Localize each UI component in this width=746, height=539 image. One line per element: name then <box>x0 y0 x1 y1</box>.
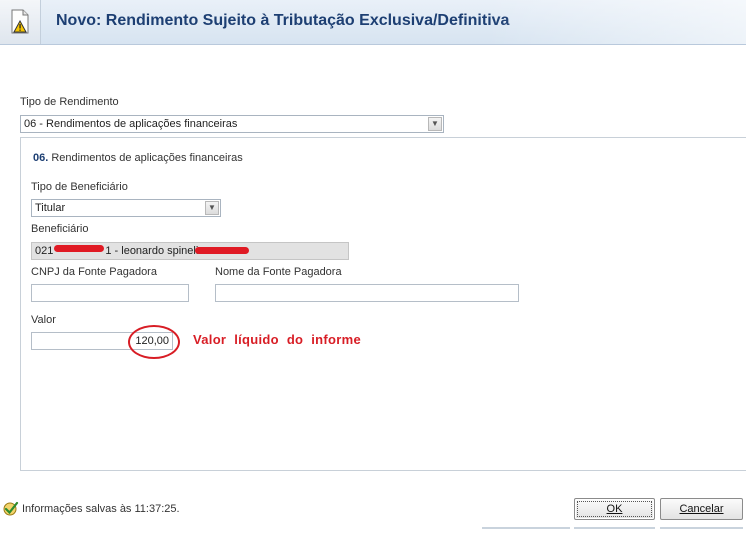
header-icon-box <box>0 0 41 44</box>
dialog-header: Novo: Rendimento Sujeito à Tributação Ex… <box>0 0 746 45</box>
cnpj-label: CNPJ da Fonte Pagadora <box>31 266 157 278</box>
tipo-rendimento-select[interactable]: 06 - Rendimentos de aplicações financeir… <box>20 115 444 133</box>
dialog-title: Novo: Rendimento Sujeito à Tributação Ex… <box>56 12 510 29</box>
save-check-icon <box>3 501 19 516</box>
annotation-text: Valor líquido do informe <box>193 332 361 347</box>
status-text: Informações salvas às 11:37:25. <box>22 503 180 515</box>
header-decoration <box>486 0 746 44</box>
cancel-button-label: Cancelar <box>679 503 724 515</box>
divider <box>574 527 655 529</box>
tipo-beneficiario-value: Titular <box>35 202 66 214</box>
valor-label: Valor <box>31 314 56 326</box>
divider <box>660 527 743 529</box>
cnpj-input[interactable] <box>31 284 189 302</box>
chevron-down-icon[interactable]: ▼ <box>428 117 442 131</box>
tipo-rendimento-label: Tipo de Rendimento <box>20 96 119 108</box>
ok-button-label: OK <box>606 503 623 515</box>
section-title: 06. Rendimentos de aplicações financeira… <box>33 152 243 164</box>
redaction-mark <box>54 245 104 252</box>
divider <box>482 527 570 529</box>
ok-button[interactable]: OK <box>574 498 655 520</box>
rendimento-panel: 06. Rendimentos de aplicações financeira… <box>20 137 746 471</box>
highlight-circle <box>128 325 180 359</box>
tipo-beneficiario-select[interactable]: Titular ▼ <box>31 199 221 217</box>
beneficiario-label: Beneficiário <box>31 223 89 235</box>
chevron-down-icon[interactable]: ▼ <box>205 201 219 215</box>
cancel-button[interactable]: Cancelar <box>660 498 743 520</box>
nome-fonte-input[interactable] <box>215 284 519 302</box>
beneficiario-prefix: 021 <box>35 245 54 257</box>
redaction-mark <box>195 247 249 254</box>
tipo-beneficiario-label: Tipo de Beneficiário <box>31 181 128 193</box>
section-number: 06. <box>33 152 49 164</box>
tipo-rendimento-value: 06 - Rendimentos de aplicações financeir… <box>24 118 238 130</box>
section-title-text: Rendimentos de aplicações financeiras <box>51 152 243 164</box>
beneficiario-name: 1 - leonardo spineli <box>105 245 199 257</box>
nome-fonte-label: Nome da Fonte Pagadora <box>215 266 342 278</box>
document-warning-icon <box>11 9 29 34</box>
